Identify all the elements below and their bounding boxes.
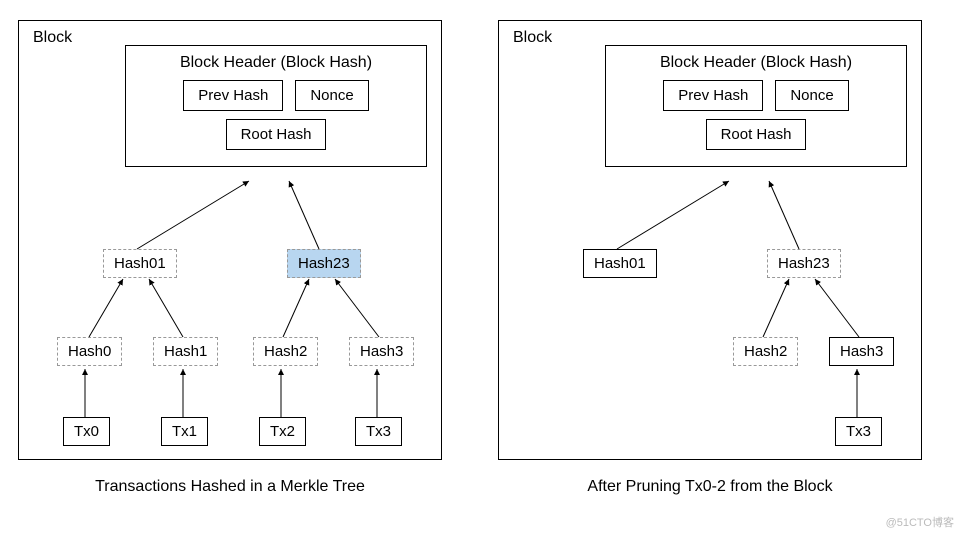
hash0-node: Hash0 [57, 337, 122, 366]
nonce-box: Nonce [775, 80, 848, 111]
right-caption: After Pruning Tx0-2 from the Block [587, 478, 832, 496]
hash01-node: Hash01 [583, 249, 657, 278]
nonce-box: Nonce [295, 80, 368, 111]
block-label: Block [513, 29, 552, 47]
tx3-node: Tx3 [355, 417, 402, 446]
left-block-panel: Block Block Header (Block Hash) Prev Has… [18, 20, 442, 460]
block-header: Block Header (Block Hash) Prev Hash Nonc… [605, 45, 907, 167]
right-block-panel: Block Block Header (Block Hash) Prev Has… [498, 20, 922, 460]
tx3-node: Tx3 [835, 417, 882, 446]
hash2-node: Hash2 [253, 337, 318, 366]
header-title: Block Header (Block Hash) [136, 54, 416, 72]
root-hash-box: Root Hash [226, 119, 327, 150]
hash3-node: Hash3 [349, 337, 414, 366]
hash23-node: Hash23 [767, 249, 841, 278]
hash2-node: Hash2 [733, 337, 798, 366]
hash23-node: Hash23 [287, 249, 361, 278]
tx1-node: Tx1 [161, 417, 208, 446]
watermark: @51CTO博客 [886, 514, 954, 530]
prev-hash-box: Prev Hash [183, 80, 283, 111]
header-title: Block Header (Block Hash) [616, 54, 896, 72]
hash3-node: Hash3 [829, 337, 894, 366]
root-hash-box: Root Hash [706, 119, 807, 150]
tx0-node: Tx0 [63, 417, 110, 446]
prev-hash-box: Prev Hash [663, 80, 763, 111]
block-header: Block Header (Block Hash) Prev Hash Nonc… [125, 45, 427, 167]
left-caption: Transactions Hashed in a Merkle Tree [95, 478, 365, 496]
hash1-node: Hash1 [153, 337, 218, 366]
hash01-node: Hash01 [103, 249, 177, 278]
block-label: Block [33, 29, 72, 47]
tx2-node: Tx2 [259, 417, 306, 446]
